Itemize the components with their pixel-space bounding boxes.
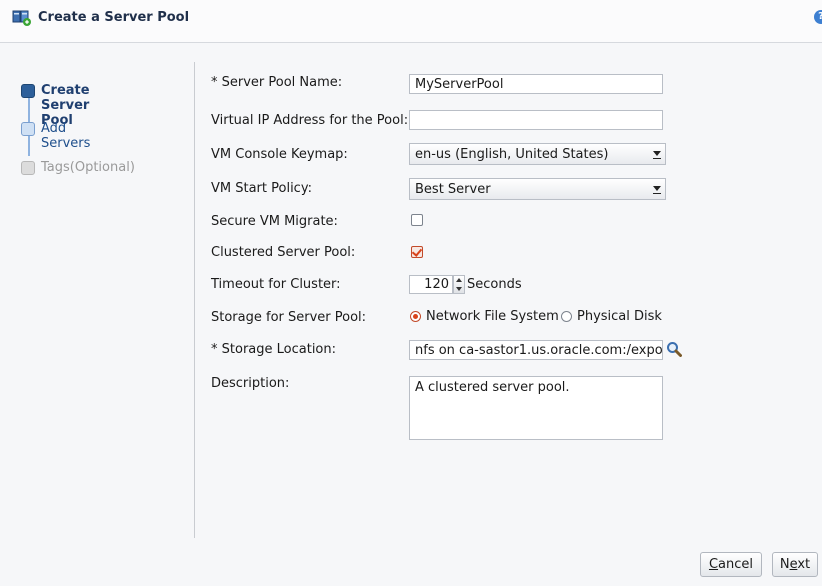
- panel-divider: [194, 62, 195, 538]
- secure-migrate-checkbox[interactable]: [411, 214, 423, 226]
- timeout-unit: Seconds: [467, 277, 522, 292]
- keymap-value: en-us (English, United States): [415, 147, 609, 162]
- pool-name-label: * Server Pool Name:: [211, 75, 342, 90]
- step-indicator-tags: [21, 161, 35, 175]
- storage-type-label: Storage for Server Pool:: [211, 310, 367, 325]
- pool-name-input[interactable]: MyServerPool: [409, 74, 663, 94]
- required-marker: *: [211, 75, 218, 90]
- keymap-select[interactable]: en-us (English, United States): [409, 143, 666, 165]
- dialog-title: Create a Server Pool: [38, 10, 190, 25]
- cancel-button-label: ancel: [718, 557, 754, 572]
- secure-migrate-label: Secure VM Migrate:: [211, 214, 338, 229]
- pool-name-label-text: Server Pool Name:: [221, 75, 343, 90]
- storage-location-input[interactable]: nfs on ca-sastor1.us.oracle.com:/export: [409, 340, 663, 360]
- radio-physical-disk[interactable]: [561, 311, 572, 322]
- radio-network-file-system[interactable]: [410, 311, 421, 322]
- spin-down-icon[interactable]: [456, 287, 462, 291]
- next-button[interactable]: Next: [772, 552, 818, 577]
- cancel-mnemonic: C: [708, 557, 719, 572]
- timeout-label: Timeout for Cluster:: [211, 277, 341, 292]
- storage-location-label-text: Storage Location:: [221, 342, 336, 357]
- radio-network-file-system-label[interactable]: Network File System: [426, 309, 559, 324]
- dropdown-arrow-icon: [652, 147, 662, 161]
- server-pool-icon: [12, 10, 31, 26]
- step-tags-optional: Tags(Optional): [41, 160, 135, 175]
- search-icon[interactable]: [666, 341, 682, 357]
- spin-up-icon[interactable]: [456, 278, 462, 282]
- next-button-label: xt: [797, 557, 811, 572]
- step-indicator-add-servers[interactable]: [21, 122, 35, 136]
- step-indicator-create-server-pool: [21, 84, 35, 98]
- start-policy-value: Best Server: [415, 182, 491, 197]
- cancel-button[interactable]: Cancel: [700, 552, 762, 577]
- virtual-ip-input[interactable]: [409, 110, 663, 130]
- description-textarea[interactable]: A clustered server pool.: [409, 376, 663, 440]
- storage-location-label: * Storage Location:: [211, 342, 336, 357]
- dropdown-arrow-icon: [652, 182, 662, 196]
- next-button-prefix: N: [779, 557, 790, 572]
- help-icon[interactable]: ?: [814, 10, 822, 24]
- required-marker: *: [211, 342, 218, 357]
- virtual-ip-label: Virtual IP Address for the Pool:: [211, 113, 409, 128]
- description-label: Description:: [211, 376, 290, 391]
- dialog-title-bar: Create a Server Pool ?: [0, 0, 822, 43]
- clustered-label: Clustered Server Pool:: [211, 245, 356, 260]
- timeout-input[interactable]: 120: [409, 275, 453, 294]
- keymap-label: VM Console Keymap:: [211, 147, 348, 162]
- start-policy-label: VM Start Policy:: [211, 181, 312, 196]
- radio-physical-disk-label[interactable]: Physical Disk: [577, 309, 662, 324]
- step-add-servers[interactable]: Add Servers: [41, 121, 90, 151]
- start-policy-select[interactable]: Best Server: [409, 178, 666, 200]
- timeout-spinner[interactable]: [453, 275, 465, 294]
- clustered-checkbox[interactable]: [411, 246, 423, 258]
